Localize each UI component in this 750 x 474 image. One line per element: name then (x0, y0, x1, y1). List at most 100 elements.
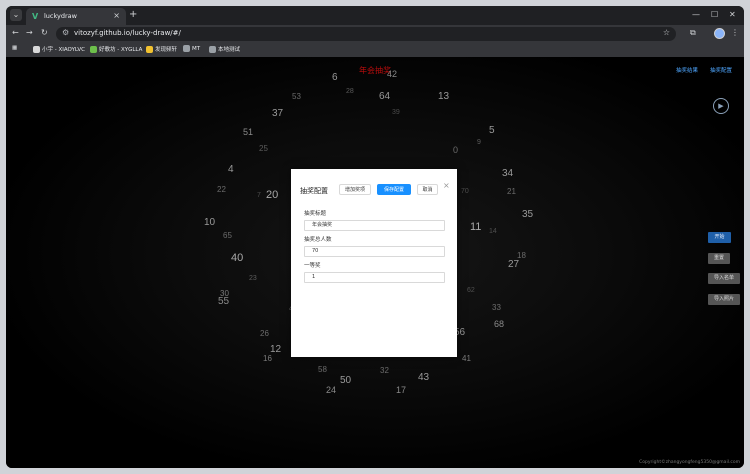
cloud-number: 5 (489, 125, 495, 136)
cloud-number: 32 (380, 366, 389, 376)
bookmark-label: 好歌坊 - XYGLLA (99, 47, 143, 53)
folder-icon (183, 45, 190, 52)
cloud-number: 58 (318, 365, 327, 375)
cloud-number: 0 (453, 144, 459, 155)
cloud-number: 65 (223, 231, 232, 241)
cloud-number: 55 (218, 296, 230, 307)
cloud-number: 64 (379, 91, 391, 102)
cloud-number: 11 (470, 221, 482, 234)
cloud-number: 21 (507, 187, 516, 197)
field-label: 抽奖总人数 (304, 237, 332, 243)
site-info-icon[interactable]: ⚙ (62, 28, 69, 37)
vue-logo-icon: V (32, 12, 39, 21)
bookmark-favicon (33, 46, 40, 53)
tab-luckydraw[interactable]: V luckydraw × (26, 8, 126, 25)
import-photo-button[interactable]: 导入照片 (708, 294, 740, 305)
add-prize-button[interactable]: 增加奖项 (339, 184, 371, 195)
field-label: 抽奖标题 (304, 211, 327, 217)
bookmark-label: 本地测试 (218, 47, 241, 53)
bookmark-item[interactable]: 发现频轩 (146, 45, 177, 53)
bookmark-star-icon[interactable]: ☆ (663, 28, 670, 37)
bookmark-label: 发现频轩 (155, 47, 178, 53)
cloud-number: 35 (522, 209, 534, 220)
cloud-number: 62 (467, 286, 475, 294)
cloud-number: 26 (260, 329, 269, 339)
browser-window: ⌄ V luckydraw × + — ☐ ✕ ← → ↻ ⚙ vitozyf.… (6, 6, 744, 468)
cloud-number: 16 (263, 354, 272, 364)
cloud-number: 41 (462, 354, 471, 364)
cloud-number: 50 (340, 375, 352, 386)
cancel-button[interactable]: 取消 (417, 184, 438, 195)
bookmarks-bar: ▦ 小宇 - XIAOYLVC 好歌坊 - XYGLLA 发现频轩 MT 本地测… (6, 43, 744, 58)
title-input[interactable]: 年会抽奖 (304, 220, 445, 231)
minimize-icon[interactable]: — (692, 10, 700, 19)
cloud-number: 9 (477, 138, 481, 146)
bookmark-label: MT (192, 46, 201, 52)
cloud-number: 68 (494, 318, 505, 329)
start-button[interactable]: 开始 (708, 232, 731, 243)
config-dialog: 抽奖配置 增加奖项 保存配置 取消 × 抽奖标题 年会抽奖 抽奖总人数 70 一… (291, 169, 457, 357)
reset-button[interactable]: 重置 (708, 253, 730, 264)
first-prize-input[interactable]: 1 (304, 272, 445, 283)
address-bar[interactable]: ⚙ vitozyf.github.io/lucky-draw/#/ ☆ (56, 27, 676, 41)
copyright-text: Copyright©zhangyongfeng5350@gmail.com (639, 460, 740, 465)
nav-link-config[interactable]: 抽奖配置 (710, 66, 732, 74)
cloud-number: 53 (292, 92, 301, 102)
cloud-number: 37 (272, 108, 284, 119)
dialog-title: 抽奖配置 (300, 187, 328, 195)
bookmark-item[interactable]: 好歌坊 - XYGLLA (90, 45, 142, 53)
window-close-icon[interactable]: ✕ (729, 10, 736, 19)
bookmark-label: 小宇 - XIAOYLVC (42, 47, 85, 53)
cloud-number: 4 (228, 164, 234, 175)
tab-strip: ⌄ V luckydraw × + — ☐ ✕ (6, 6, 744, 25)
import-list-button[interactable]: 导入名单 (708, 273, 740, 284)
cloud-number: 27 (508, 259, 520, 270)
bookmark-favicon (146, 46, 153, 53)
cloud-number: 24 (326, 384, 337, 395)
globe-icon (209, 46, 216, 53)
extensions-icon[interactable]: ⧉ (690, 28, 696, 38)
profile-avatar[interactable] (714, 28, 725, 39)
page-title: 年会抽奖 (359, 66, 391, 75)
forward-icon[interactable]: → (26, 28, 33, 37)
total-people-input[interactable]: 70 (304, 246, 445, 257)
bookmark-folder[interactable]: MT (183, 45, 200, 52)
cloud-number: 33 (492, 303, 501, 313)
cloud-number: 7 (257, 191, 261, 199)
tab-close-icon[interactable]: × (113, 11, 120, 20)
cloud-number: 10 (204, 217, 216, 228)
cloud-number: 40 (231, 252, 244, 265)
nav-link-results[interactable]: 抽奖结果 (676, 66, 698, 74)
cloud-number: 43 (418, 372, 430, 383)
cloud-number: 20 (266, 189, 279, 202)
cloud-number: 34 (502, 168, 514, 179)
bookmark-item[interactable]: 小宇 - XIAOYLVC (33, 45, 85, 53)
new-tab-button[interactable]: + (129, 9, 137, 20)
play-music-icon[interactable]: ▶ (713, 98, 729, 114)
bookmark-item[interactable]: 本地测试 (209, 45, 240, 53)
cloud-number: 6 (332, 72, 338, 83)
cloud-number: 23 (249, 274, 257, 282)
save-config-button[interactable]: 保存配置 (377, 184, 411, 195)
toolbar: ← → ↻ ⚙ vitozyf.github.io/lucky-draw/#/ … (6, 25, 744, 43)
close-icon[interactable]: × (443, 181, 450, 190)
back-icon[interactable]: ← (12, 28, 19, 37)
url-text: vitozyf.github.io/lucky-draw/#/ (74, 29, 181, 37)
cloud-number: 70 (461, 187, 469, 195)
cloud-number: 42 (387, 68, 398, 79)
cloud-number: 39 (392, 108, 400, 116)
cloud-number: 17 (396, 384, 407, 395)
cloud-number: 28 (346, 87, 354, 95)
cloud-number: 22 (217, 185, 226, 195)
lucky-draw-page: 年会抽奖 抽奖结果 抽奖配置 ▶ 6 42 28 53 64 13 39 37 51 5 9 25 0 4… (6, 57, 744, 468)
apps-grid-icon[interactable]: ▦ (12, 45, 17, 51)
reload-icon[interactable]: ↻ (41, 28, 48, 37)
cloud-number: 51 (243, 126, 254, 137)
cloud-number: 14 (489, 227, 497, 235)
more-menu-icon[interactable]: ⋮ (731, 28, 739, 37)
maximize-icon[interactable]: ☐ (711, 10, 718, 19)
tab-title: luckydraw (44, 12, 77, 20)
tab-search-button[interactable]: ⌄ (10, 9, 22, 21)
field-label: 一等奖 (304, 263, 321, 269)
cloud-number: 25 (259, 144, 268, 154)
